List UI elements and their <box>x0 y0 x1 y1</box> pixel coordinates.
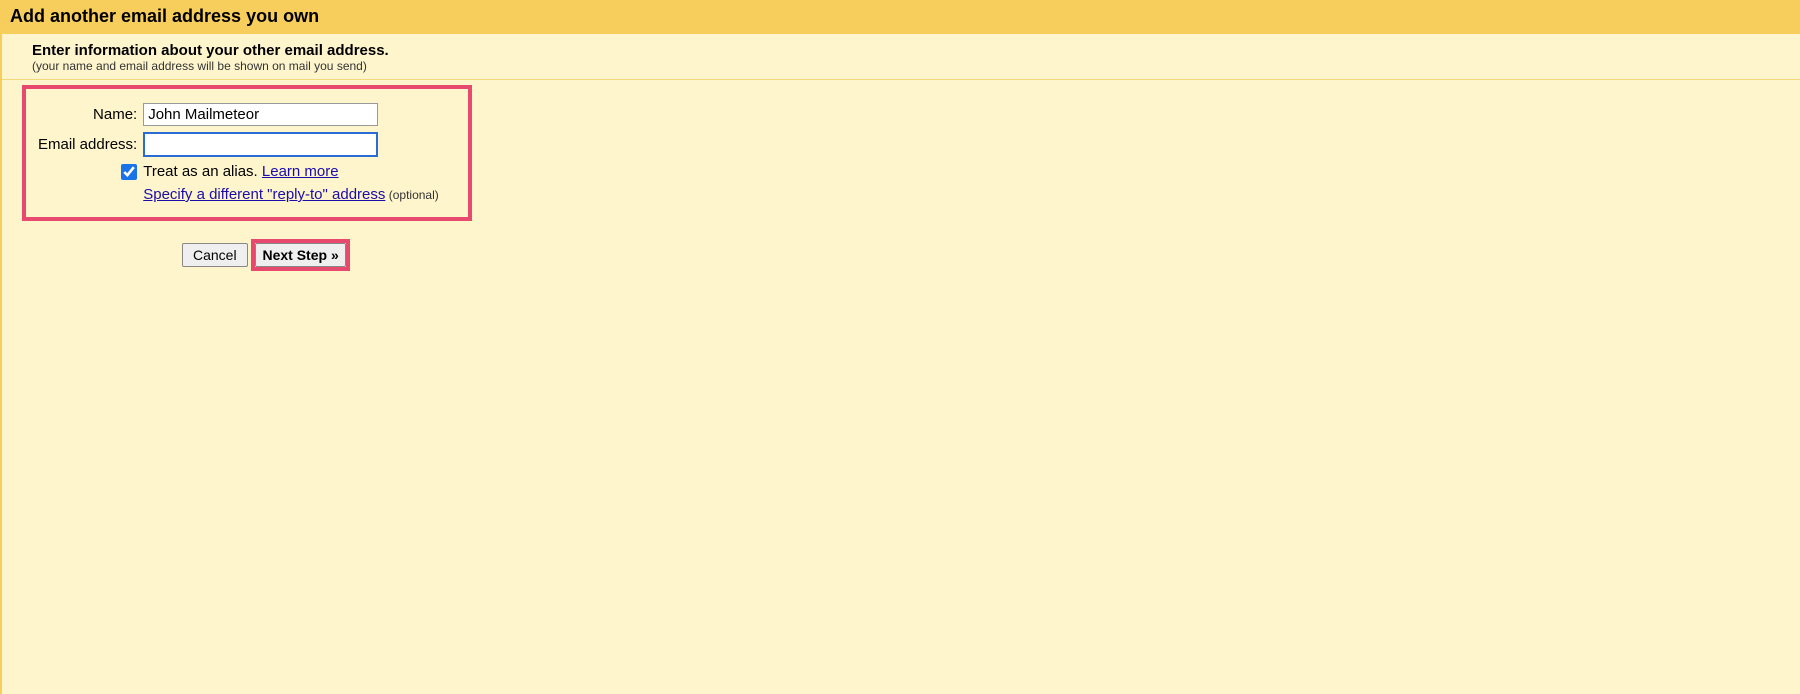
dialog-title: Add another email address you own <box>10 6 319 26</box>
dialog-header: Add another email address you own <box>0 0 1800 34</box>
learn-more-link[interactable]: Learn more <box>262 163 339 180</box>
form-highlight-box: Name: Email address: Treat <box>22 85 472 221</box>
sub-header: Enter information about your other email… <box>2 34 1800 80</box>
form-table: Name: Email address: Treat <box>34 97 443 209</box>
alias-text: Treat as an alias. <box>143 163 262 180</box>
content-area: Enter information about your other email… <box>0 34 1800 694</box>
next-highlight: Next Step » <box>251 239 349 271</box>
name-label: Name: <box>38 103 139 126</box>
row-alias: Treat as an alias. Learn more <box>38 163 439 180</box>
cancel-button[interactable]: Cancel <box>182 243 248 267</box>
row-reply-to: Specify a different "reply-to" address (… <box>38 186 439 203</box>
next-step-button[interactable]: Next Step » <box>255 243 345 267</box>
row-email: Email address: <box>38 132 439 157</box>
sub-note: (your name and email address will be sho… <box>32 59 1800 73</box>
sub-title: Enter information about your other email… <box>32 42 1800 59</box>
form-wrapper: Name: Email address: Treat <box>2 80 1800 271</box>
name-input[interactable] <box>143 103 378 126</box>
reply-to-link[interactable]: Specify a different "reply-to" address <box>143 186 385 203</box>
buttons-row: Cancel Next Step » <box>22 239 1800 271</box>
email-input[interactable] <box>143 132 378 157</box>
row-name: Name: <box>38 103 439 126</box>
email-label: Email address: <box>38 132 139 157</box>
alias-checkbox[interactable] <box>121 164 137 180</box>
optional-label: (optional) <box>385 188 438 202</box>
